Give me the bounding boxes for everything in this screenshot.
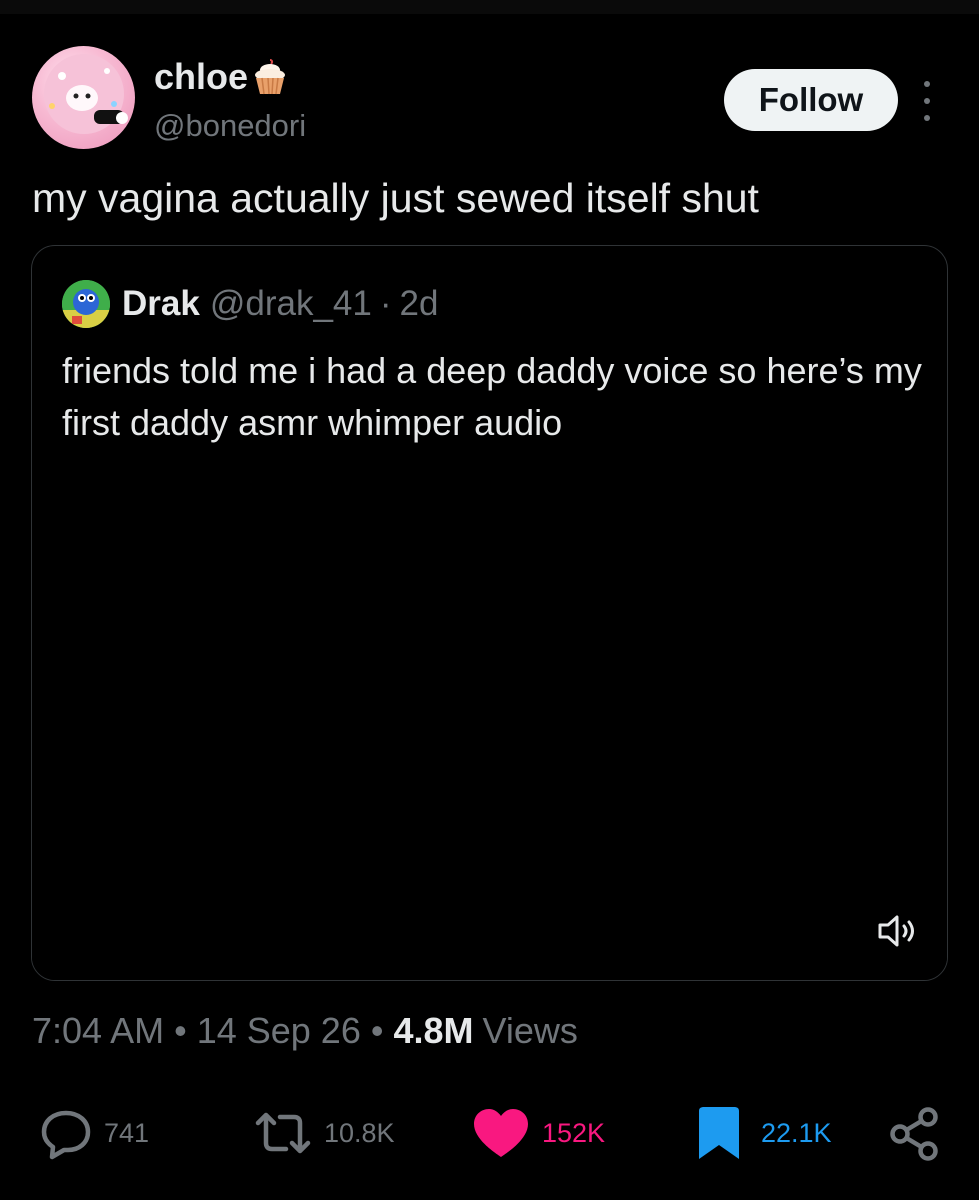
like-button[interactable]: 152K <box>470 1100 605 1166</box>
author-display-name-text: chloe <box>154 56 249 97</box>
follow-button[interactable]: Follow <box>724 69 898 131</box>
reply-icon <box>41 1110 91 1160</box>
quoted-header-separator: · <box>379 284 392 323</box>
retweet-button[interactable]: 10.8K <box>252 1100 395 1166</box>
volume-icon[interactable] <box>877 913 919 949</box>
cupcake-icon <box>255 59 286 95</box>
author-avatar-art <box>44 54 128 134</box>
quoted-video-player[interactable] <box>32 468 947 980</box>
share-icon <box>890 1107 938 1161</box>
bookmark-button[interactable]: 22.1K <box>695 1100 832 1166</box>
tweet-text: my vagina actually just sewed itself shu… <box>32 175 759 221</box>
top-edge-bar <box>0 0 979 14</box>
meta-separator: • <box>174 1010 187 1051</box>
share-button[interactable] <box>888 1100 944 1166</box>
quoted-author-handle[interactable]: @drak_41 <box>210 284 372 324</box>
tweet-date[interactable]: 14 Sep 26 <box>197 1010 361 1052</box>
author-avatar[interactable] <box>32 46 135 149</box>
bookmark-icon <box>699 1107 739 1159</box>
quoted-author-avatar[interactable] <box>62 280 110 328</box>
like-count: 152K <box>542 1117 606 1148</box>
retweet-icon <box>255 1112 311 1154</box>
views-count: 4.8M <box>393 1010 474 1051</box>
meta-separator: • <box>370 1010 384 1051</box>
author-handle[interactable]: @bonedori <box>154 108 306 144</box>
quoted-tweet-card[interactable]: Drak @drak_41 · 2d friends told me i had… <box>31 245 948 981</box>
quoted-author-name[interactable]: Drak <box>122 284 200 324</box>
tweet-metadata: 7:04 AM • 14 Sep 26 • 4.8M Views <box>32 1010 578 1052</box>
bookmark-count: 22.1K <box>761 1117 832 1148</box>
reply-button[interactable]: 741 <box>38 1100 149 1166</box>
quoted-avatar-art <box>62 280 110 328</box>
retweet-count: 10.8K <box>324 1117 395 1148</box>
quoted-tweet-time[interactable]: 2d <box>400 284 439 324</box>
tweet-author-row: chloe @bonedori Follow <box>32 46 947 156</box>
reply-count: 741 <box>104 1117 150 1148</box>
tweet-actions: 741 10.8K 152K 22.1K <box>0 1100 979 1170</box>
heart-icon <box>474 1109 528 1157</box>
views-label: Views <box>482 1010 578 1051</box>
more-vertical-icon[interactable] <box>912 81 942 121</box>
tweet-time[interactable]: 7:04 AM <box>32 1010 164 1052</box>
author-display-name[interactable]: chloe <box>154 56 288 98</box>
quoted-tweet-text: friends told me i had a deep daddy voice… <box>62 350 922 443</box>
quoted-tweet-header: Drak @drak_41 · 2d <box>62 279 438 329</box>
